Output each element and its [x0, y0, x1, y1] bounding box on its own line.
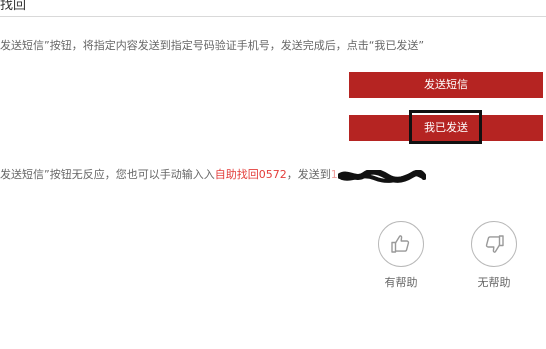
header-divider: [0, 16, 546, 17]
unhelpful-feedback-button[interactable]: 无帮助: [469, 221, 519, 290]
page-title: 找回: [0, 0, 27, 13]
fallback-middle: ，发送到: [286, 168, 331, 181]
instruction-text: 发送短信”按钮，将指定内容发送到指定号码验证手机号，发送完成后，点击“我已发送”: [0, 39, 425, 52]
find-back-page: 找回 发送短信”按钮，将指定内容发送到指定号码验证手机号，发送完成后，点击“我已…: [0, 0, 546, 349]
unhelpful-circle: [471, 221, 517, 267]
thumbs-up-icon: [391, 235, 410, 253]
i-have-sent-button[interactable]: 我已发送: [349, 115, 543, 141]
helpful-feedback-button[interactable]: 有帮助: [376, 221, 426, 290]
helpful-label: 有帮助: [384, 276, 418, 289]
thumbs-down-icon: [485, 235, 504, 253]
send-sms-button[interactable]: 发送短信: [349, 72, 543, 98]
unhelpful-label: 无帮助: [477, 276, 511, 289]
self-service-link[interactable]: 自助找回0572: [215, 168, 287, 181]
fallback-prefix: 发送短信”按钮无反应，您也可以手动输入入: [0, 168, 215, 181]
helpful-circle: [378, 221, 424, 267]
fallback-text: 发送短信”按钮无反应，您也可以手动输入入自助找回0572，发送到1: [0, 166, 338, 182]
redaction-scribble: [338, 170, 426, 183]
target-phone-number: 1: [330, 168, 338, 181]
